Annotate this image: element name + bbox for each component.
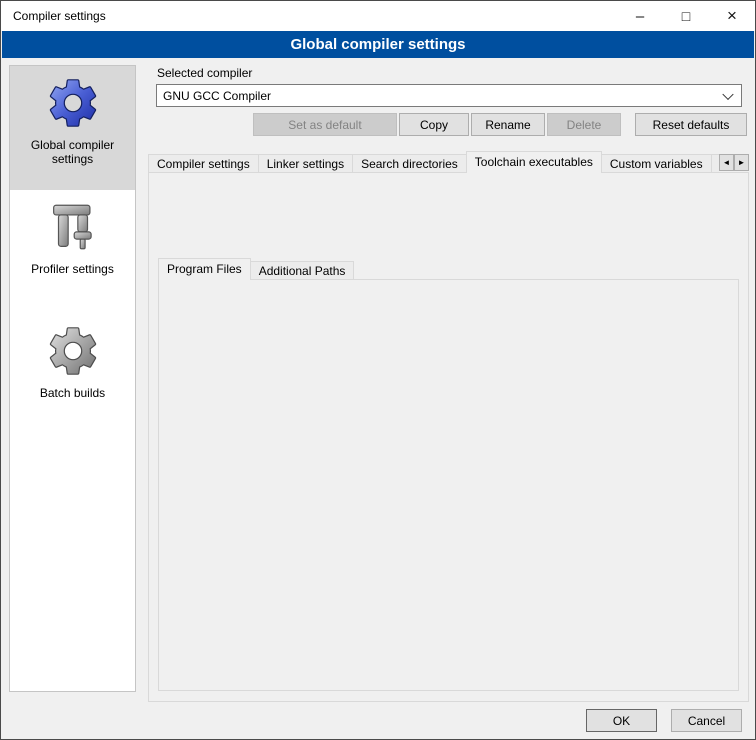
- minimize-button[interactable]: –: [617, 1, 663, 31]
- cancel-button[interactable]: Cancel: [671, 709, 742, 732]
- selected-compiler-label: Selected compiler: [157, 66, 252, 80]
- program-files-panel: [158, 279, 739, 691]
- rename-button[interactable]: Rename: [471, 113, 545, 136]
- sidebar-item-label: Profiler settings: [31, 262, 114, 276]
- subtab-program-files[interactable]: Program Files: [158, 258, 251, 280]
- sidebar: Global compiler settings Profiler settin…: [9, 65, 136, 692]
- tab-search-directories[interactable]: Search directories: [352, 154, 467, 173]
- sidebar-item-label: Global compiler settings: [14, 138, 131, 166]
- reset-defaults-button[interactable]: Reset defaults: [635, 113, 747, 136]
- profiler-tool-icon: [44, 198, 102, 256]
- ok-button[interactable]: OK: [586, 709, 657, 732]
- tab-linker-settings[interactable]: Linker settings: [258, 154, 353, 173]
- window-controls: – □ ×: [617, 1, 755, 31]
- tab-build-options[interactable]: Build: [711, 154, 719, 173]
- tab-scroll-left-button[interactable]: ◄: [719, 154, 734, 171]
- main-tab-strip: Compiler settings Linker settings Search…: [148, 151, 719, 173]
- delete-button[interactable]: Delete: [547, 113, 621, 136]
- selected-compiler-dropdown[interactable]: GNU GCC Compiler: [156, 84, 742, 107]
- copy-button[interactable]: Copy: [399, 113, 469, 136]
- titlebar: Compiler settings – □ ×: [1, 1, 755, 31]
- compiler-settings-window: Compiler settings – □ × Global compiler …: [0, 0, 756, 740]
- banner-title: Global compiler settings: [2, 31, 754, 58]
- tab-custom-variables[interactable]: Custom variables: [601, 154, 712, 173]
- chevron-down-icon: [722, 88, 733, 99]
- maximize-button[interactable]: □: [663, 1, 709, 31]
- tab-toolchain-executables[interactable]: Toolchain executables: [466, 151, 602, 173]
- sidebar-item-global-compiler-settings[interactable]: Global compiler settings: [10, 66, 135, 190]
- window-title: Compiler settings: [1, 9, 106, 23]
- close-button[interactable]: ×: [709, 1, 755, 31]
- selected-compiler-value: GNU GCC Compiler: [163, 89, 271, 103]
- tab-compiler-settings[interactable]: Compiler settings: [148, 154, 259, 173]
- gear-blue-icon: [44, 74, 102, 132]
- tab-scroll-right-button[interactable]: ►: [734, 154, 749, 171]
- program-files-tab-strip: Program Files Additional Paths: [158, 258, 353, 280]
- subtab-additional-paths[interactable]: Additional Paths: [250, 261, 355, 280]
- set-as-default-button[interactable]: Set as default: [253, 113, 397, 136]
